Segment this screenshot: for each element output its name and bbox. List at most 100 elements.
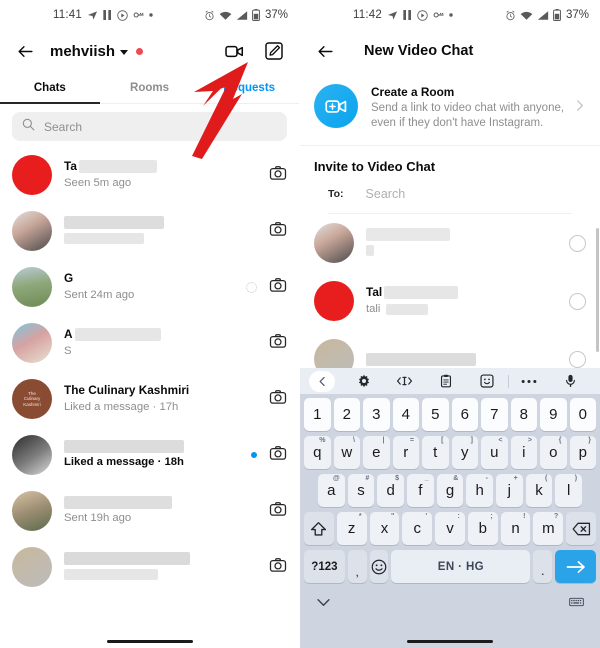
key-q[interactable]: % q <box>304 436 331 469</box>
tab-chats[interactable]: Chats <box>0 72 100 104</box>
key-t[interactable]: [t <box>422 436 449 469</box>
key-v[interactable]: :v <box>435 512 465 545</box>
clipboard-icon[interactable] <box>425 374 466 388</box>
sticker-icon[interactable] <box>467 374 508 388</box>
shift-icon[interactable] <box>303 512 334 545</box>
key-x[interactable]: " x <box>369 512 400 545</box>
microphone-icon[interactable] <box>550 374 591 388</box>
list-item[interactable] <box>0 539 299 595</box>
key-1[interactable]: 1 <box>304 398 331 431</box>
comma-key[interactable]: , <box>347 550 367 583</box>
list-item[interactable]: Ta Seen 5m ago <box>0 147 299 203</box>
tab-rooms[interactable]: Rooms <box>100 72 200 103</box>
chevron-down-icon <box>120 49 129 55</box>
camera-icon[interactable] <box>269 388 287 411</box>
chat-list: Ta Seen 5m ago G Sent 24m ago A S The Cu… <box>0 147 299 595</box>
chat-row-text: Sent 19h ago <box>64 496 269 526</box>
list-item[interactable]: Liked a message · 18h <box>0 427 299 483</box>
period-key[interactable]: . <box>533 550 553 583</box>
cursor-move-icon[interactable] <box>384 375 425 387</box>
list-item[interactable]: A S <box>0 315 299 371</box>
key-p[interactable]: } p <box>569 436 596 469</box>
symbols-key[interactable]: ?123 <box>304 550 345 583</box>
account-switcher[interactable]: mehviish <box>50 43 144 60</box>
key-8[interactable]: 8 <box>510 398 537 431</box>
chevron-left-icon[interactable] <box>309 370 335 392</box>
list-item[interactable]: The Culinary Kashmiri The Culinary Kashmir… <box>0 371 299 427</box>
gear-icon[interactable] <box>343 374 384 388</box>
row-actions <box>269 220 287 243</box>
key-5[interactable]: 5 <box>422 398 449 431</box>
key-s[interactable]: # s <box>347 474 375 507</box>
key-3[interactable]: 3 <box>363 398 390 431</box>
list-item[interactable]: Sent 19h ago <box>0 483 299 539</box>
camera-icon[interactable] <box>269 164 287 187</box>
tab-requests[interactable]: Requests <box>199 72 299 103</box>
keyboard-switch-icon[interactable] <box>569 594 584 612</box>
camera-icon[interactable] <box>269 500 287 523</box>
select-radio[interactable] <box>569 234 586 252</box>
key-h[interactable]: -h <box>466 474 494 507</box>
key-l[interactable]: ) l <box>555 474 583 507</box>
key-n[interactable]: ! n <box>500 512 531 545</box>
avatar <box>314 223 354 263</box>
key-u[interactable]: < u <box>481 436 508 469</box>
key-j[interactable]: + j <box>496 474 523 507</box>
video-chat-header: New Video Chat <box>300 30 600 72</box>
emoji-icon[interactable] <box>369 550 389 583</box>
key-a[interactable]: @ a <box>317 474 345 507</box>
back-arrow-icon[interactable] <box>312 38 338 64</box>
key-g[interactable]: & g <box>436 474 464 507</box>
key-2[interactable]: 2 <box>333 398 360 431</box>
camera-icon[interactable] <box>269 444 287 467</box>
key-0[interactable]: 0 <box>569 398 596 431</box>
key-f[interactable]: _ f <box>407 474 434 507</box>
key-y[interactable]: ] y <box>451 436 478 469</box>
status-right-group: 37% <box>204 9 288 21</box>
chevron-down-icon[interactable] <box>316 594 331 612</box>
video-camera-icon[interactable] <box>221 38 247 64</box>
create-room-row[interactable]: Create a Room Send a link to video chat … <box>300 72 600 146</box>
select-radio[interactable] <box>569 292 586 310</box>
battery-icon <box>252 9 260 21</box>
more-dots-icon[interactable] <box>509 379 550 384</box>
redacted-name <box>384 286 459 299</box>
activity-dot <box>136 47 144 55</box>
home-indicator <box>407 640 493 643</box>
camera-icon[interactable] <box>269 556 287 579</box>
key-k[interactable]: (k <box>525 474 553 507</box>
list-item[interactable] <box>0 203 299 259</box>
compose-icon[interactable] <box>261 38 287 64</box>
select-radio[interactable] <box>569 350 586 368</box>
key-m[interactable]: ? m <box>533 512 564 545</box>
search-input[interactable]: Search <box>12 112 287 141</box>
key-6[interactable]: 6 <box>451 398 478 431</box>
key-w[interactable]: \ w <box>333 436 360 469</box>
enter-arrow-icon[interactable] <box>555 550 597 583</box>
key-7[interactable]: 7 <box>481 398 508 431</box>
key-i[interactable]: > i <box>510 436 537 469</box>
list-item[interactable]: G Sent 24m ago <box>0 259 299 315</box>
key-z[interactable]: * z <box>336 512 367 545</box>
dot-icon <box>149 13 153 17</box>
scrollbar[interactable] <box>596 228 599 352</box>
list-item[interactable]: Tal tali <box>300 272 600 330</box>
key-b[interactable]: ; b <box>467 512 498 545</box>
key-d[interactable]: $ d <box>377 474 404 507</box>
camera-icon[interactable] <box>269 220 287 243</box>
to-field-row[interactable]: To: Search <box>328 183 572 214</box>
back-arrow-icon[interactable] <box>12 38 38 64</box>
space-key[interactable]: EN · HG <box>391 550 531 583</box>
key-4[interactable]: 4 <box>392 398 419 431</box>
key-r[interactable]: = r <box>392 436 419 469</box>
list-item[interactable] <box>300 214 600 272</box>
key-o[interactable]: {o <box>540 436 567 469</box>
camera-icon[interactable] <box>269 276 287 299</box>
keyboard-row-2: @ a # s $ d _ f & g -h + j (k ) l <box>302 474 598 507</box>
key-c[interactable]: ' c <box>402 512 433 545</box>
key-9[interactable]: 9 <box>540 398 567 431</box>
row-actions <box>269 164 287 187</box>
backspace-icon[interactable] <box>566 512 597 545</box>
camera-icon[interactable] <box>269 332 287 355</box>
key-e[interactable]: | e <box>363 436 390 469</box>
